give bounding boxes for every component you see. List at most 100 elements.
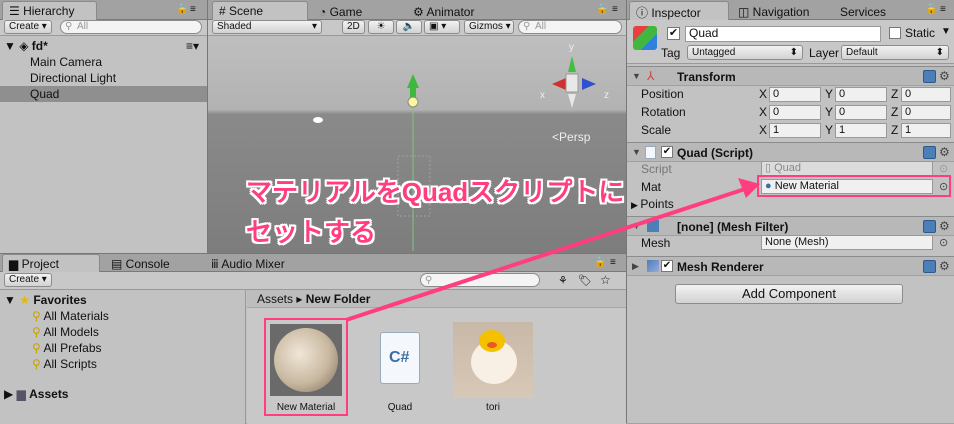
favorite-all-models[interactable]: ⚲ All Models xyxy=(0,324,245,340)
position-x-field[interactable]: 0 xyxy=(769,87,821,102)
points-row[interactable]: ▶ Points xyxy=(627,196,954,212)
asset-label: Quad xyxy=(387,402,413,413)
search-icon: ⚲ xyxy=(523,21,531,32)
help-icon[interactable] xyxy=(923,146,936,159)
menu-icon[interactable]: ≡ xyxy=(612,4,618,15)
hierarchy-search-input[interactable]: ⚲ All xyxy=(60,20,202,34)
asset-label: New Material xyxy=(276,402,336,413)
tab-console[interactable]: ▤ Console xyxy=(104,254,200,271)
object-name-field[interactable]: Quad xyxy=(685,26,881,42)
tab-animator[interactable]: ⚙ Animator xyxy=(406,2,516,19)
active-checkbox[interactable]: ✔ xyxy=(667,27,680,40)
tab-project[interactable]: ▆ Project xyxy=(2,254,100,272)
static-dropdown-icon[interactable]: ▼ xyxy=(941,26,951,37)
gear-icon[interactable]: ⚙ xyxy=(939,145,950,159)
tab-inspector[interactable]: ⓘ Inspector xyxy=(629,1,729,20)
gear-icon[interactable]: ⚙ xyxy=(939,219,950,233)
hierarchy-item-main-camera[interactable]: Main Camera xyxy=(0,54,207,70)
favorite-star-icon[interactable]: ☆ xyxy=(600,273,611,287)
component-enabled-checkbox[interactable]: ✔ xyxy=(661,146,673,158)
object-picker-icon[interactable]: ⊙ xyxy=(939,236,948,249)
favorite-all-prefabs[interactable]: ⚲ All Prefabs xyxy=(0,340,245,356)
assets-row[interactable]: ▶ ▆ Assets xyxy=(0,386,245,402)
grid-icon: # xyxy=(219,4,230,18)
tab-hierarchy[interactable]: ☰ Hierarchy xyxy=(2,1,97,20)
favorite-all-materials[interactable]: ⚲ All Materials xyxy=(0,308,245,324)
tag-dropdown[interactable]: Untagged ⬍ xyxy=(687,45,803,60)
lock-icon[interactable]: 🔒 xyxy=(596,4,608,15)
material-sphere-icon: ● xyxy=(765,180,775,192)
rotation-x-field[interactable]: 0 xyxy=(769,105,821,120)
menu-icon[interactable]: ≡ xyxy=(940,4,946,15)
object-picker-icon[interactable]: ⊙ xyxy=(939,162,948,175)
tab-scene[interactable]: # Scene xyxy=(212,1,308,20)
filter-type-icon[interactable]: ⚘ xyxy=(558,274,568,287)
persp-label[interactable]: <Persp xyxy=(552,130,590,144)
tab-services[interactable]: Services xyxy=(833,2,903,19)
static-checkbox[interactable] xyxy=(889,27,901,39)
object-picker-icon[interactable]: ⊙ xyxy=(939,180,948,193)
lighting-toggle-button[interactable]: ☀ xyxy=(368,20,394,34)
layer-dropdown[interactable]: Default ⬍ xyxy=(841,45,949,60)
scene-search-input[interactable]: ⚲ All xyxy=(518,20,622,34)
transform-header[interactable]: ▼ ⅄ Transform ⚙ xyxy=(627,66,954,86)
tab-game[interactable]: ◔ Game xyxy=(312,2,402,19)
asset-quad-script[interactable]: C# Quad xyxy=(365,320,435,416)
breadcrumb-new-folder[interactable]: New Folder xyxy=(306,292,371,306)
hierarchy-item-quad[interactable]: Quad xyxy=(0,86,207,102)
orientation-gizmo[interactable]: y x z xyxy=(538,42,618,112)
hierarchy-create-button[interactable]: Create ▾ xyxy=(4,20,52,34)
hierarchy-scene-row[interactable]: ▼ ◈ fd* ≡▾ xyxy=(0,38,207,54)
rotation-z-field[interactable]: 0 xyxy=(901,105,951,120)
mesh-filter-header[interactable]: ▼ [none] (Mesh Filter) ⚙ xyxy=(627,216,954,236)
quad-script-header[interactable]: ▼ ✔ Quad (Script) ⚙ xyxy=(627,142,954,162)
mat-field[interactable]: ● New Material xyxy=(761,179,933,194)
tab-audio-mixer[interactable]: ⅲ Audio Mixer xyxy=(204,254,314,271)
audio-toggle-button[interactable]: 🔈 xyxy=(396,20,422,34)
scale-y-field[interactable]: 1 xyxy=(835,123,887,138)
hierarchy-item-directional-light[interactable]: Directional Light xyxy=(0,70,207,86)
mesh-renderer-header[interactable]: ▶ ✔ Mesh Renderer ⚙ xyxy=(627,256,954,276)
mesh-field[interactable]: None (Mesh) xyxy=(761,235,933,250)
favorites-row[interactable]: ▼ ★ Favorites xyxy=(0,292,245,308)
mesh-filter-icon xyxy=(647,220,659,232)
project-create-button[interactable]: Create ▾ xyxy=(4,273,52,287)
gear-icon[interactable]: ⚙ xyxy=(939,69,950,83)
asset-new-material[interactable]: New Material xyxy=(264,318,348,416)
position-z-field[interactable]: 0 xyxy=(901,87,951,102)
lock-icon[interactable]: 🔒 xyxy=(176,4,188,15)
inspector-tabbar: ⓘ Inspector ◫ Navigation Services 🔒 ≡ xyxy=(627,0,954,20)
component-enabled-checkbox[interactable]: ✔ xyxy=(661,260,673,272)
asset-tori-texture[interactable]: tori xyxy=(453,320,533,416)
filter-label-icon[interactable]: 🏷 xyxy=(578,274,592,287)
gizmos-dropdown[interactable]: Gizmos ▾ xyxy=(464,20,514,34)
mesh-label: Mesh xyxy=(641,236,671,250)
lock-icon[interactable]: 🔒 xyxy=(594,257,606,268)
rotation-y-field[interactable]: 0 xyxy=(835,105,887,120)
expand-arrow-icon: ▼ xyxy=(632,71,641,81)
scene-toolbar: Shaded ▾ 2D ☀ 🔈 ▣ ▾ Gizmos ▾ ⚲ All xyxy=(208,20,627,36)
favorite-all-scripts[interactable]: ⚲ All Scripts xyxy=(0,356,245,372)
scale-x-field[interactable]: 1 xyxy=(769,123,821,138)
effects-dropdown[interactable]: ▣ ▾ xyxy=(424,20,460,34)
menu-icon[interactable]: ≡ xyxy=(190,4,196,15)
tab-navigation[interactable]: ◫ Navigation xyxy=(731,2,831,19)
help-icon[interactable] xyxy=(923,260,936,273)
lock-icon[interactable]: 🔒 xyxy=(925,4,937,15)
chick-head xyxy=(479,330,505,352)
2d-toggle-button[interactable]: 2D xyxy=(342,20,365,34)
gizmo-z-cone xyxy=(582,78,596,90)
project-search-input[interactable]: ⚲ xyxy=(420,273,540,287)
breadcrumb-assets[interactable]: Assets xyxy=(257,292,293,306)
scene-menu-icon[interactable]: ≡▾ xyxy=(186,38,199,54)
asset-label: tori xyxy=(486,402,500,413)
scale-z-field[interactable]: 1 xyxy=(901,123,951,138)
position-y-field[interactable]: 0 xyxy=(835,87,887,102)
add-component-button[interactable]: Add Component xyxy=(675,284,903,304)
help-icon[interactable] xyxy=(923,220,936,233)
menu-icon[interactable]: ≡ xyxy=(610,257,616,268)
shading-mode-dropdown[interactable]: Shaded ▾ xyxy=(212,20,322,34)
gear-icon[interactable]: ⚙ xyxy=(939,259,950,273)
gizmo-neg-y-cone xyxy=(568,94,576,108)
help-icon[interactable] xyxy=(923,70,936,83)
